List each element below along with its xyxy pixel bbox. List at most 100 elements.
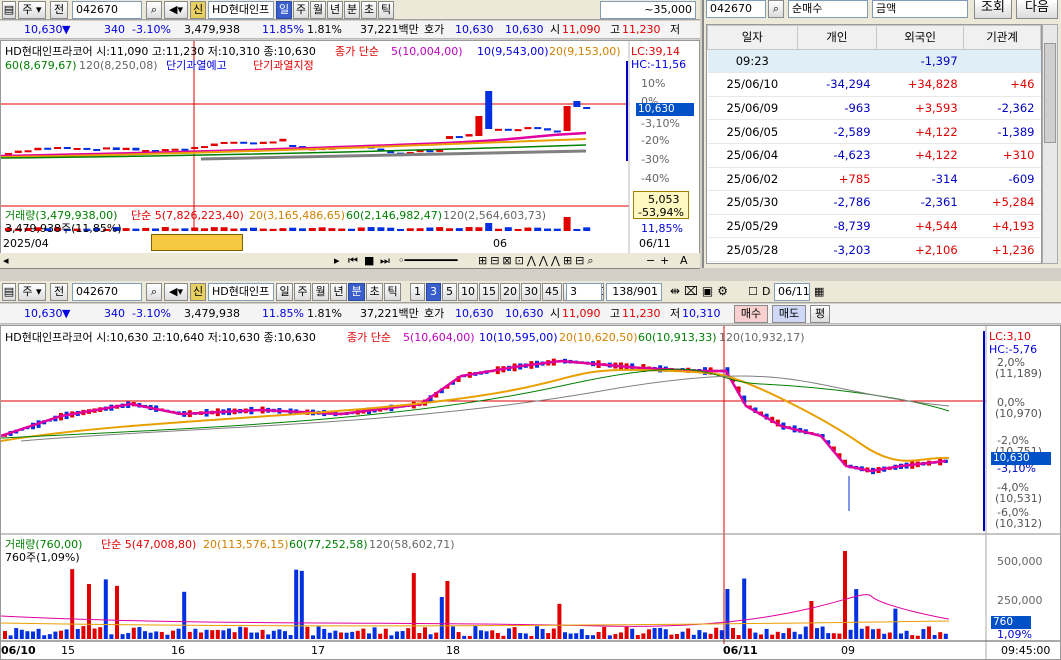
- daily-vol-bar: [416, 228, 424, 231]
- investor-row[interactable]: 25/06/10 -34,294 +34,828 +46: [707, 72, 1041, 97]
- period-min[interactable]: 분: [344, 1, 360, 19]
- minute-period-6[interactable]: 틱: [384, 283, 401, 301]
- interval-select[interactable]: 3: [566, 283, 602, 301]
- minute-period-0[interactable]: 일: [276, 283, 293, 301]
- min-vol-bar: [910, 635, 915, 639]
- scroll-left-icon[interactable]: ◂: [3, 254, 9, 267]
- speaker-icon[interactable]: ◀▾: [164, 1, 188, 19]
- sell-button[interactable]: 매도: [772, 305, 806, 323]
- interval-0[interactable]: 1: [410, 283, 425, 301]
- col-date[interactable]: 일자: [707, 25, 798, 50]
- investor-scrollbar[interactable]: [1042, 24, 1058, 264]
- minute-period-3[interactable]: 년: [330, 283, 347, 301]
- investor-row[interactable]: 09:23 -1,397: [707, 49, 1041, 74]
- date-range-selector[interactable]: [151, 234, 243, 251]
- minute-code-input[interactable]: 042670: [72, 283, 142, 301]
- count-input[interactable]: 138/901: [606, 283, 662, 301]
- daily-candle: [259, 141, 267, 144]
- investor-scroll-thumb[interactable]: [1044, 43, 1056, 143]
- bid1-value: 10,630: [455, 23, 494, 36]
- stop-icon[interactable]: ■: [364, 254, 374, 267]
- zoom-slider[interactable]: ◦━━━━━━━━: [398, 254, 457, 267]
- minute-chart[interactable]: HD현대인프라코어 시:10,630 고:10,640 저:10,630 종:1…: [0, 325, 1061, 660]
- date-checkbox[interactable]: ☐: [748, 285, 758, 298]
- min-vol-bar: [417, 632, 422, 639]
- investor-row[interactable]: 25/06/02 +785 -314 -609: [707, 167, 1041, 192]
- minute-shin-button[interactable]: 신: [190, 283, 206, 301]
- range-input[interactable]: ~35,000: [600, 1, 696, 19]
- min-vol-bar: [619, 632, 623, 639]
- period-tick[interactable]: 틱: [378, 1, 394, 19]
- minute-period-1[interactable]: 주: [294, 283, 311, 301]
- buy-button[interactable]: 매수: [734, 305, 768, 323]
- chart-menu-icon[interactable]: ▤: [2, 1, 16, 19]
- min-vol-bar: [42, 635, 47, 639]
- minute-jeon-button[interactable]: 전: [50, 283, 68, 301]
- interval-3[interactable]: 10: [458, 283, 478, 301]
- interval-1[interactable]: 3: [426, 283, 441, 301]
- min-vol-bar: [8, 635, 13, 639]
- interval-5[interactable]: 20: [500, 283, 520, 301]
- flat-button[interactable]: 평: [810, 305, 830, 323]
- last-icon[interactable]: ⏭: [380, 254, 390, 267]
- zoom-in-icon[interactable]: +: [660, 254, 669, 267]
- investor-row[interactable]: 25/05/27+586+122-712: [707, 261, 1041, 263]
- investor-row[interactable]: 25/05/29 -8,739 +4,544 +4,193: [707, 214, 1041, 239]
- col-institution[interactable]: 기관계: [963, 25, 1041, 50]
- investor-row[interactable]: 25/06/04 -4,623 +4,122 +310: [707, 143, 1041, 168]
- minute-period-5[interactable]: 초: [366, 283, 383, 301]
- period-week[interactable]: 주: [293, 1, 309, 19]
- first-icon[interactable]: ⏮: [348, 254, 358, 267]
- investor-unit-select[interactable]: 금액: [872, 0, 968, 18]
- daily-vol-bar: [289, 227, 297, 231]
- period-year[interactable]: 년: [327, 1, 343, 19]
- chart-tool-icons[interactable]: ⇹⌧▣⚙: [670, 285, 732, 298]
- period-select[interactable]: 주 ▾: [18, 1, 46, 19]
- investor-row[interactable]: 25/05/28 -3,203 +2,106 +1,236: [707, 237, 1041, 262]
- minute-period-2[interactable]: 월: [312, 283, 329, 301]
- minute-menu-icon[interactable]: ▤: [2, 283, 16, 301]
- col-foreign[interactable]: 외국인: [876, 25, 965, 50]
- investor-search-icon[interactable]: ⌕: [768, 0, 784, 18]
- code-input[interactable]: 042670: [72, 1, 142, 19]
- daily-scrollbar[interactable]: ◂ ▸ ⏮ ■ ⏭ ◦━━━━━━━━ ⊞⊟⊠⊡⋀⋀⋀⊞⊟⌕ − + A: [0, 253, 700, 269]
- period-month[interactable]: 월: [310, 1, 326, 19]
- investor-row[interactable]: 25/06/05 -2,589 +4,122 -1,389: [707, 119, 1041, 144]
- investor-type-select[interactable]: 순매수: [788, 0, 868, 18]
- next-button[interactable]: 다음: [1016, 0, 1058, 19]
- minute-speaker-icon[interactable]: ◀▾: [164, 283, 188, 301]
- interval-2[interactable]: 5: [442, 283, 457, 301]
- date-input[interactable]: 06/11: [774, 283, 810, 301]
- tool-icons[interactable]: ⊞⊟⊠⊡⋀⋀⋀⊞⊟⌕: [478, 254, 597, 267]
- calendar-icon[interactable]: ▦: [814, 285, 824, 298]
- period-sec[interactable]: 초: [361, 1, 377, 19]
- search-icon[interactable]: ⌕: [146, 1, 162, 19]
- investor-row[interactable]: 25/06/09 -963 +3,593 -2,362: [707, 96, 1041, 121]
- interval-4[interactable]: 15: [479, 283, 499, 301]
- investor-table[interactable]: 일자 개인 외국인 기관계 09:23 -1,397 25/06/10 -34,294…: [706, 24, 1042, 264]
- text-tool-icon[interactable]: A: [680, 254, 688, 267]
- zoom-out-icon[interactable]: −: [646, 254, 655, 267]
- investor-row[interactable]: 25/05/30 -2,786 -2,361 +5,284: [707, 190, 1041, 215]
- jeon-button[interactable]: 전: [50, 1, 68, 19]
- query-button[interactable]: 조회: [974, 0, 1012, 19]
- investor-code-input[interactable]: 042670: [706, 0, 766, 18]
- min-vol-bar: [708, 633, 713, 639]
- interval-6[interactable]: 30: [521, 283, 541, 301]
- interval-7[interactable]: 45: [542, 283, 562, 301]
- minute-search-icon[interactable]: ⌕: [146, 283, 162, 301]
- min-vol-bar: [367, 633, 371, 639]
- minute-period-4[interactable]: 분: [348, 283, 365, 301]
- m-change-value: 340: [104, 307, 125, 320]
- period-day[interactable]: 일: [276, 1, 292, 19]
- shin-button[interactable]: 신: [190, 1, 206, 19]
- minute-period-select[interactable]: 주 ▾: [18, 283, 46, 301]
- min-vol-bar: [803, 626, 808, 639]
- daily-candle: [112, 147, 120, 151]
- daily-chart[interactable]: HD현대인프라코어 시:11,090 고:11,230 저:10,310 종:1…: [0, 40, 700, 255]
- col-individual[interactable]: 개인: [796, 25, 878, 50]
- daily-candle: [524, 127, 532, 130]
- min-vol-bar: [3, 631, 7, 639]
- minute-chart-canvas[interactable]: [1, 326, 1060, 659]
- scroll-right-icon[interactable]: ▸: [334, 254, 340, 267]
